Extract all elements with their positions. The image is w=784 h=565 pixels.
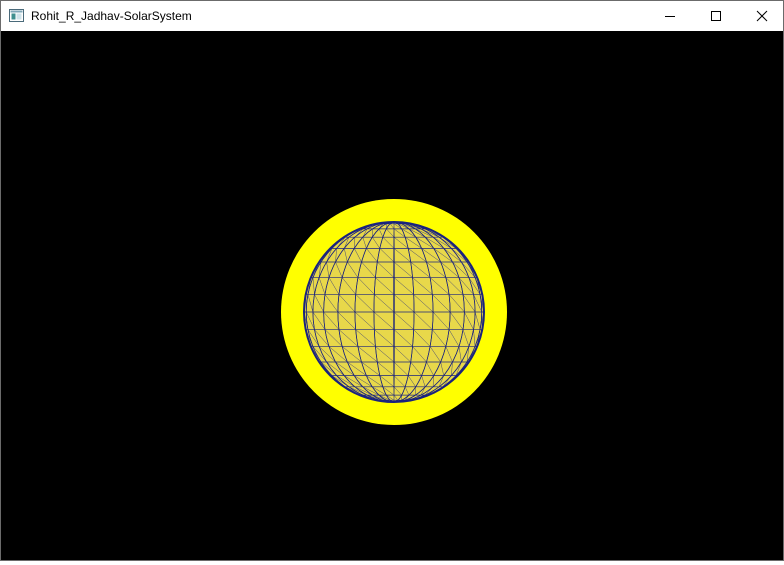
maximize-button[interactable] — [693, 1, 739, 31]
close-button[interactable] — [739, 1, 784, 31]
app-window: Rohit_R_Jadhav-SolarSystem — [0, 0, 784, 561]
maximize-icon — [710, 10, 722, 22]
solar-system-scene — [1, 31, 783, 560]
close-icon — [756, 10, 768, 22]
minimize-icon — [664, 10, 676, 22]
render-viewport[interactable] — [1, 31, 783, 560]
sun-wireframe-sphere — [304, 222, 484, 402]
minimize-button[interactable] — [647, 1, 693, 31]
app-window-icon — [9, 9, 24, 22]
window-title: Rohit_R_Jadhav-SolarSystem — [31, 1, 192, 31]
title-bar[interactable]: Rohit_R_Jadhav-SolarSystem — [1, 1, 783, 31]
